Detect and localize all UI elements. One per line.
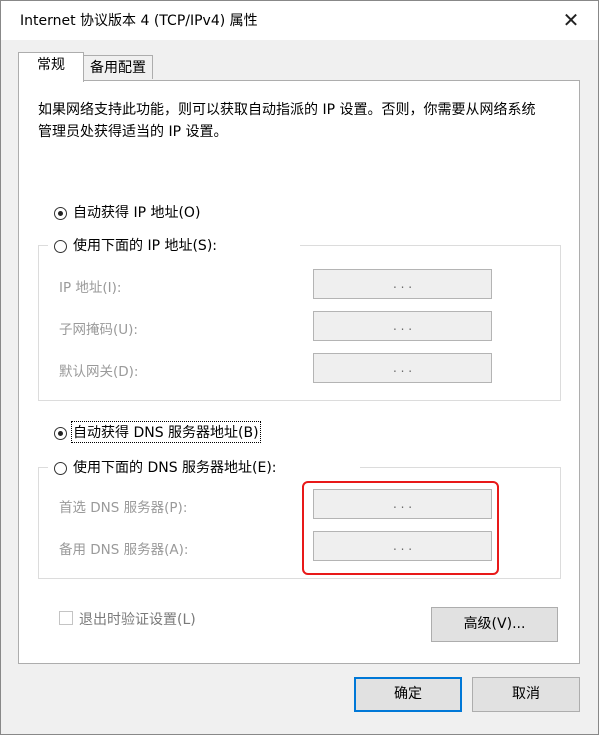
- radio-manual-ip-label[interactable]: 使用下面的 IP 地址(S):: [73, 235, 217, 255]
- radio-auto-ip-label[interactable]: 自动获得 IP 地址(O): [73, 202, 200, 222]
- close-icon[interactable]: ✕: [556, 6, 586, 34]
- radio-manual-dns[interactable]: [54, 462, 67, 475]
- radio-auto-dns-label[interactable]: 自动获得 DNS 服务器地址(B): [71, 421, 261, 443]
- radio-auto-ip[interactable]: [54, 207, 67, 220]
- cancel-button[interactable]: 取消: [472, 677, 580, 712]
- default-gateway-label: 默认网关(D):: [59, 364, 139, 380]
- radio-manual-ip[interactable]: [54, 240, 67, 253]
- ip-address-label: IP 地址(I):: [59, 280, 122, 296]
- window-title: Internet 协议版本 4 (TCP/IPv4) 属性: [20, 13, 258, 29]
- advanced-button[interactable]: 高级(V)...: [431, 607, 558, 642]
- tab-alternate-config[interactable]: 备用配置: [83, 55, 153, 79]
- alternate-dns-label: 备用 DNS 服务器(A):: [59, 542, 189, 558]
- radio-auto-dns[interactable]: [54, 427, 67, 440]
- description-text: 如果网络支持此功能，则可以获取自动指派的 IP 设置。否则，你需要从网络系统管理…: [38, 102, 536, 140]
- preferred-dns-label: 首选 DNS 服务器(P):: [59, 500, 188, 516]
- ok-button[interactable]: 确定: [354, 677, 462, 712]
- ip-address-field[interactable]: . . .: [313, 269, 492, 299]
- red-highlight-box: [302, 481, 499, 575]
- radio-manual-dns-label[interactable]: 使用下面的 DNS 服务器地址(E):: [73, 457, 277, 477]
- subnet-mask-label: 子网掩码(U):: [59, 322, 138, 338]
- default-gateway-field[interactable]: . . .: [313, 353, 492, 383]
- validate-checkbox-label[interactable]: 退出时验证设置(L): [79, 609, 196, 629]
- subnet-mask-field[interactable]: . . .: [313, 311, 492, 341]
- tab-general[interactable]: 常规: [18, 52, 84, 82]
- validate-checkbox[interactable]: [59, 611, 73, 625]
